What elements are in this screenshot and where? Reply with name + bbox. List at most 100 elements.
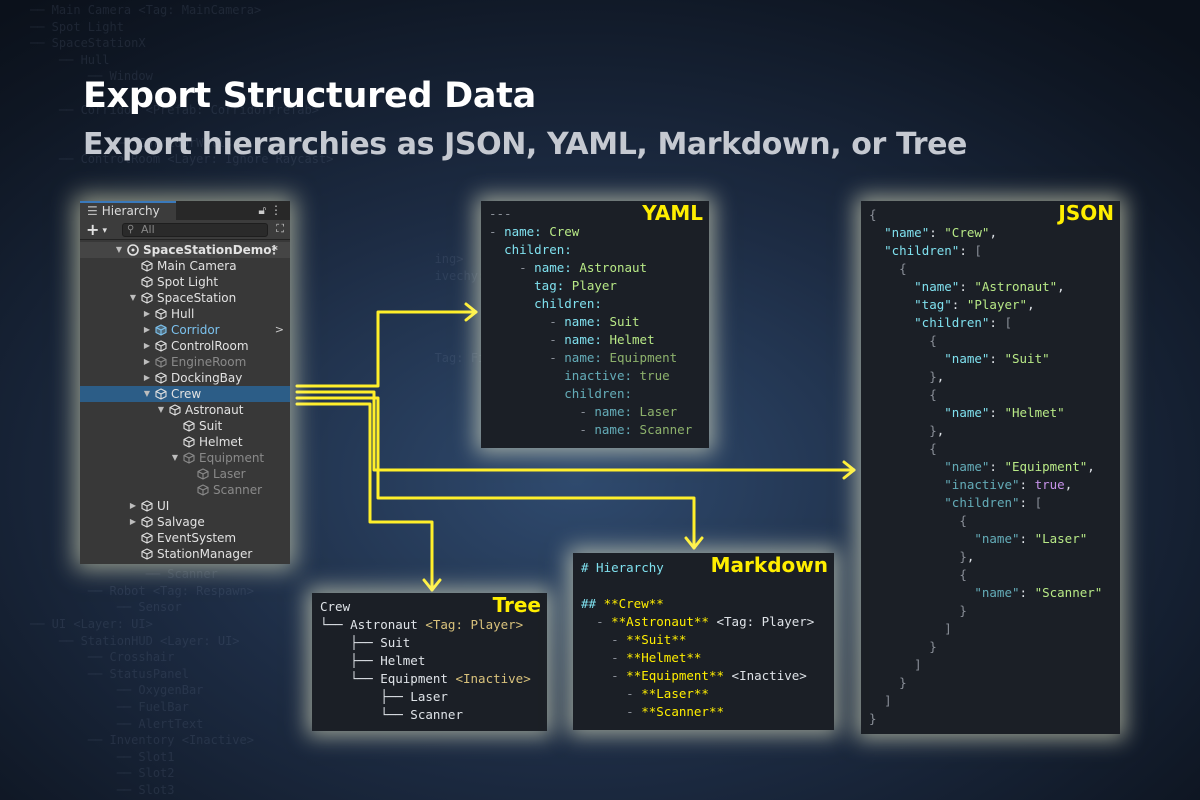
- hierarchy-item-helmet[interactable]: Helmet: [80, 434, 290, 450]
- gameobject-cube-icon: [141, 532, 153, 544]
- gameobject-cube-icon: [141, 292, 153, 304]
- scene-name: SpaceStationDemo*: [143, 243, 278, 257]
- search-input[interactable]: ⚲ All: [122, 223, 268, 237]
- chevron-down-icon[interactable]: ▼: [128, 290, 138, 306]
- chevron-right-icon[interactable]: ▶: [128, 514, 138, 530]
- chevron-right-icon[interactable]: ▶: [142, 322, 152, 338]
- yaml-line: children:: [564, 386, 632, 401]
- json-line: "children": [: [914, 315, 1013, 330]
- gameobject-cube-icon: [155, 388, 167, 400]
- hierarchy-item-scanner[interactable]: Scanner: [80, 482, 290, 498]
- yaml-panel: YAML --- - name: Crew children: - name: A…: [481, 201, 709, 448]
- hierarchy-item-spacestation[interactable]: ▼ SpaceStation: [80, 290, 290, 306]
- prefab-open-chevron-icon[interactable]: >: [275, 322, 284, 338]
- json-line: },: [959, 549, 975, 564]
- hierarchy-item-eventsystem[interactable]: EventSystem: [80, 530, 290, 546]
- json-line: "name": "Suit": [944, 351, 1050, 366]
- hierarchy-item-engineroom[interactable]: ▶ EngineRoom: [80, 354, 290, 370]
- hierarchy-item-corridor[interactable]: ▶ Corridor >: [80, 322, 290, 338]
- background-tree-line: ── Spot Light: [30, 19, 124, 34]
- json-line: "name": "Scanner": [974, 585, 1103, 600]
- json-line: "name": "Astronaut",: [914, 279, 1065, 294]
- tab-label: Hierarchy: [101, 204, 160, 218]
- background-tree-line: ── SpaceStationX: [30, 36, 146, 51]
- hierarchy-tabbar: ☰ Hierarchy 🔓︎ ⋮: [80, 201, 290, 220]
- background-tree-line: ── Slot2: [30, 766, 175, 781]
- tree-code: Crew └── Astronaut <Tag: Player> ├── Suit…: [320, 598, 531, 724]
- background-tree-line: ── Slot3: [30, 782, 175, 797]
- json-line: {: [929, 441, 937, 456]
- chevron-right-icon[interactable]: ▶: [142, 370, 152, 386]
- scene-more-icon[interactable]: ⋮: [268, 242, 280, 258]
- hierarchy-item-label: Salvage: [157, 515, 205, 529]
- json-line: }: [899, 675, 907, 690]
- hierarchy-item-label: UI: [157, 499, 170, 513]
- hierarchy-item-equipment[interactable]: ▼ Equipment: [80, 450, 290, 466]
- yaml-line: - name: Suit: [549, 314, 640, 329]
- markdown-line: - **Laser**: [626, 686, 709, 701]
- hierarchy-item-label: Corridor: [171, 323, 220, 337]
- chevron-down-icon[interactable]: ▼: [170, 450, 180, 466]
- json-line: },: [929, 423, 945, 438]
- json-line: ]: [914, 657, 922, 672]
- tree-line: └── Scanner: [320, 707, 463, 722]
- search-by-type-icon[interactable]: ⛶: [276, 222, 284, 236]
- hierarchy-item-label: Suit: [199, 419, 223, 433]
- gameobject-cube-icon: [155, 340, 167, 352]
- add-button[interactable]: + ▾: [86, 220, 107, 239]
- json-line: ]: [944, 621, 952, 636]
- more-menu-icon[interactable]: ⋮: [270, 203, 282, 217]
- arrow-to-yaml: [295, 310, 478, 388]
- chevron-right-icon[interactable]: ▶: [128, 498, 138, 514]
- tab-hierarchy[interactable]: ☰ Hierarchy: [80, 201, 176, 220]
- chevron-down-icon[interactable]: ▼: [114, 242, 124, 258]
- json-line: }: [869, 711, 877, 726]
- json-code: { "name": "Crew", "children": [ { "name"…: [869, 206, 1102, 728]
- hierarchy-item-controlroom[interactable]: ▶ ControlRoom: [80, 338, 290, 354]
- json-line: {: [929, 333, 937, 348]
- markdown-line: - **Astronaut** <Tag: Player>: [596, 614, 815, 629]
- markdown-line: # Hierarchy: [581, 560, 664, 575]
- markdown-line: - **Suit**: [611, 632, 687, 647]
- tree-line: Crew: [320, 599, 351, 614]
- hierarchy-item-crew[interactable]: ▼ Crew: [80, 386, 290, 402]
- json-panel: JSON { "name": "Crew", "children": [ { "…: [861, 201, 1120, 734]
- hierarchy-item-astronaut[interactable]: ▼ Astronaut: [80, 402, 290, 418]
- scene-row[interactable]: ▼ SpaceStationDemo* ⋮: [80, 242, 290, 258]
- hierarchy-item-stationmanager[interactable]: StationManager: [80, 546, 290, 562]
- markdown-line: ## **Crew**: [581, 596, 664, 611]
- background-tree-line: ── Hull: [30, 52, 110, 67]
- hierarchy-item-label: Scanner: [213, 483, 263, 497]
- markdown-line: - **Helmet**: [611, 650, 702, 665]
- hierarchy-item-main-camera[interactable]: Main Camera: [80, 258, 290, 274]
- yaml-line: - name: Helmet: [549, 332, 655, 347]
- hierarchy-item-suit[interactable]: Suit: [80, 418, 290, 434]
- hierarchy-panel: ☰ Hierarchy 🔓︎ ⋮ + ▾ ⚲ All ⛶ ▼ SpaceStatio…: [80, 201, 290, 564]
- json-line: }: [929, 639, 937, 654]
- search-placeholder: All: [141, 223, 155, 236]
- gameobject-cube-icon: [197, 484, 209, 496]
- chevron-down-icon[interactable]: ▼: [142, 386, 152, 402]
- json-line: "inactive": true,: [944, 477, 1073, 492]
- chevron-down-icon[interactable]: ▼: [156, 402, 166, 418]
- hierarchy-item-laser[interactable]: Laser: [80, 466, 290, 482]
- background-tree-line: ── Main Camera <Tag: MainCamera>: [30, 3, 262, 17]
- json-line: "children": [: [944, 495, 1043, 510]
- chevron-right-icon[interactable]: ▶: [142, 306, 152, 322]
- chevron-right-icon[interactable]: ▶: [142, 338, 152, 354]
- json-line: "tag": "Player",: [914, 297, 1035, 312]
- json-line: {: [869, 207, 877, 222]
- hierarchy-item-salvage[interactable]: ▶ Salvage: [80, 514, 290, 530]
- json-line: "children": [: [884, 243, 982, 258]
- hierarchy-item-spot-light[interactable]: Spot Light: [80, 274, 290, 290]
- hierarchy-item-label: EngineRoom: [171, 355, 247, 369]
- hierarchy-item-label: Main Camera: [157, 259, 237, 273]
- hierarchy-item-hull[interactable]: ▶ Hull: [80, 306, 290, 322]
- lock-icon[interactable]: 🔓︎: [258, 203, 266, 217]
- hierarchy-item-label: Laser: [213, 467, 246, 481]
- hierarchy-item-ui[interactable]: ▶ UI: [80, 498, 290, 514]
- gameobject-cube-icon: [141, 516, 153, 528]
- yaml-line: inactive: true: [564, 368, 670, 383]
- hierarchy-item-dockingbay[interactable]: ▶ DockingBay: [80, 370, 290, 386]
- chevron-right-icon[interactable]: ▶: [142, 354, 152, 370]
